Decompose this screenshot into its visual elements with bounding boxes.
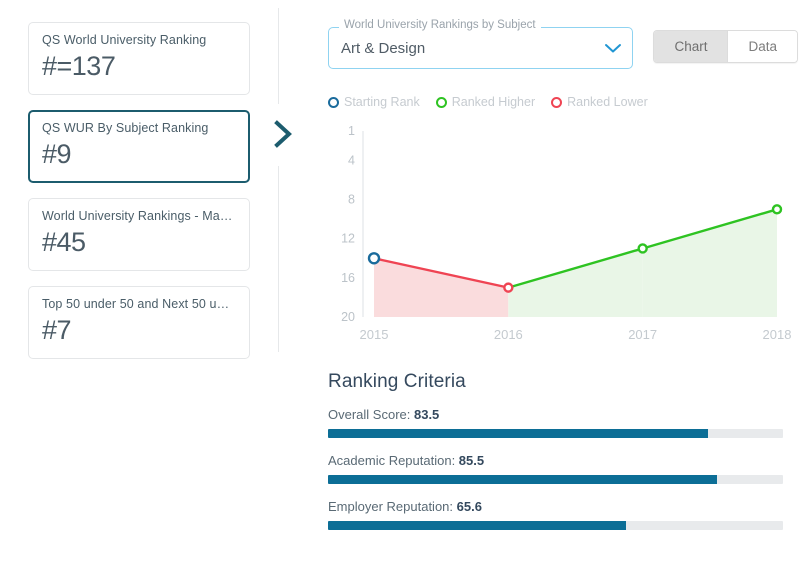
criterion-value: 85.5 (458, 453, 485, 468)
criterion-value: 65.6 (456, 499, 482, 514)
legend-item-starting-rank[interactable]: Starting Rank (328, 95, 420, 109)
criterion-label: Academic Reputation: 85.5 (328, 453, 788, 468)
criterion-value: 83.5 (413, 407, 440, 422)
svg-text:2018: 2018 (763, 327, 792, 342)
criterion-academic-reputation: Academic Reputation: 85.5 (328, 453, 788, 484)
legend-label: Ranked Lower (567, 95, 648, 109)
ranking-criteria-section: Ranking Criteria Overall Score: 83.5 Aca… (320, 371, 788, 530)
criterion-bar-fill (328, 429, 708, 438)
subject-select-box[interactable]: Art & Design (328, 27, 633, 69)
svg-text:12: 12 (341, 232, 355, 246)
subject-select-legend: World University Rankings by Subject (339, 19, 541, 31)
criterion-bar-track (328, 521, 783, 530)
rank-card-top-50-under-50[interactable]: Top 50 under 50 and Next 50 und... #7 (28, 286, 250, 359)
criterion-bar-fill (328, 475, 718, 484)
svg-text:16: 16 (341, 271, 355, 285)
criterion-bar-track (328, 429, 783, 438)
svg-text:2016: 2016 (494, 327, 523, 342)
criterion-label: Overall Score: 83.5 (328, 407, 788, 422)
criterion-name: Academic Reputation: (328, 453, 459, 468)
subject-select[interactable]: World University Rankings by Subject Art… (328, 19, 633, 69)
rank-card-qs-wur-by-subject-ranking[interactable]: QS WUR By Subject Ranking #9 (28, 110, 250, 183)
chart-legend: Starting Rank Ranked Higher Ranked Lower (320, 93, 798, 111)
svg-text:4: 4 (348, 153, 355, 167)
legend-item-ranked-lower[interactable]: Ranked Lower (551, 95, 648, 109)
criterion-employer-reputation: Employer Reputation: 65.6 (328, 499, 788, 530)
rank-card-value: #=137 (42, 51, 116, 81)
chart-canvas: 1 4 8 12 16 20 2015 2016 2017 2018 (341, 124, 792, 342)
rank-card-title: QS World University Ranking (42, 33, 207, 47)
svg-text:2017: 2017 (628, 327, 657, 342)
criterion-overall-score: Overall Score: 83.5 (328, 407, 788, 438)
ranking-cards-panel: QS World University Ranking #=137 QS WUR… (0, 0, 268, 563)
rank-card-value: #7 (42, 315, 72, 345)
criterion-name: Employer Reputation: (328, 499, 457, 514)
rank-card-value: #45 (42, 227, 86, 257)
subject-select-value: Art & Design (341, 39, 426, 57)
rank-card-title: World University Rankings - Maste... (42, 209, 236, 223)
legend-item-ranked-higher[interactable]: Ranked Higher (435, 95, 536, 109)
legend-marker-ranked-higher (435, 96, 447, 108)
toolbar: World University Rankings by Subject Art… (320, 14, 798, 69)
svg-text:8: 8 (348, 193, 355, 207)
ranking-criteria-title: Ranking Criteria (328, 371, 466, 392)
detail-panel: World University Rankings by Subject Art… (320, 0, 804, 563)
criterion-label: Employer Reputation: 65.6 (328, 499, 788, 514)
tab-chart[interactable]: Chart (654, 31, 728, 62)
criterion-name: Overall Score: (328, 407, 414, 422)
rank-card-value: #9 (42, 139, 72, 169)
page-root: QS World University Ranking #=137 QS WUR… (0, 0, 804, 563)
rank-history-chart: 1 4 8 12 16 20 2015 2016 2017 2018 (328, 121, 798, 349)
chevron-right-icon[interactable] (268, 112, 298, 156)
legend-label: Starting Rank (344, 95, 420, 109)
criterion-bar-fill (328, 521, 627, 530)
rank-card-qs-world-university-ranking[interactable]: QS World University Ranking #=137 (28, 22, 250, 95)
legend-marker-starting-rank (328, 96, 339, 108)
tab-data[interactable]: Data (727, 31, 797, 62)
legend-label: Ranked Higher (451, 95, 536, 109)
rank-card-title: QS WUR By Subject Ranking (42, 121, 209, 135)
panel-divider (268, 0, 320, 563)
rank-card-title: Top 50 under 50 and Next 50 und... (42, 297, 236, 311)
divider-line-top (278, 8, 279, 104)
svg-text:1: 1 (348, 124, 355, 138)
legend-marker-ranked-lower (551, 96, 563, 108)
rank-card-world-university-rankings-masters[interactable]: World University Rankings - Maste... #45 (28, 198, 250, 271)
svg-text:20: 20 (341, 310, 355, 324)
criterion-bar-track (328, 475, 783, 484)
view-toggle-group[interactable]: Chart Data (653, 30, 798, 63)
chevron-down-icon[interactable] (603, 38, 623, 58)
divider-line-bottom (278, 166, 279, 352)
svg-text:2015: 2015 (360, 327, 389, 342)
